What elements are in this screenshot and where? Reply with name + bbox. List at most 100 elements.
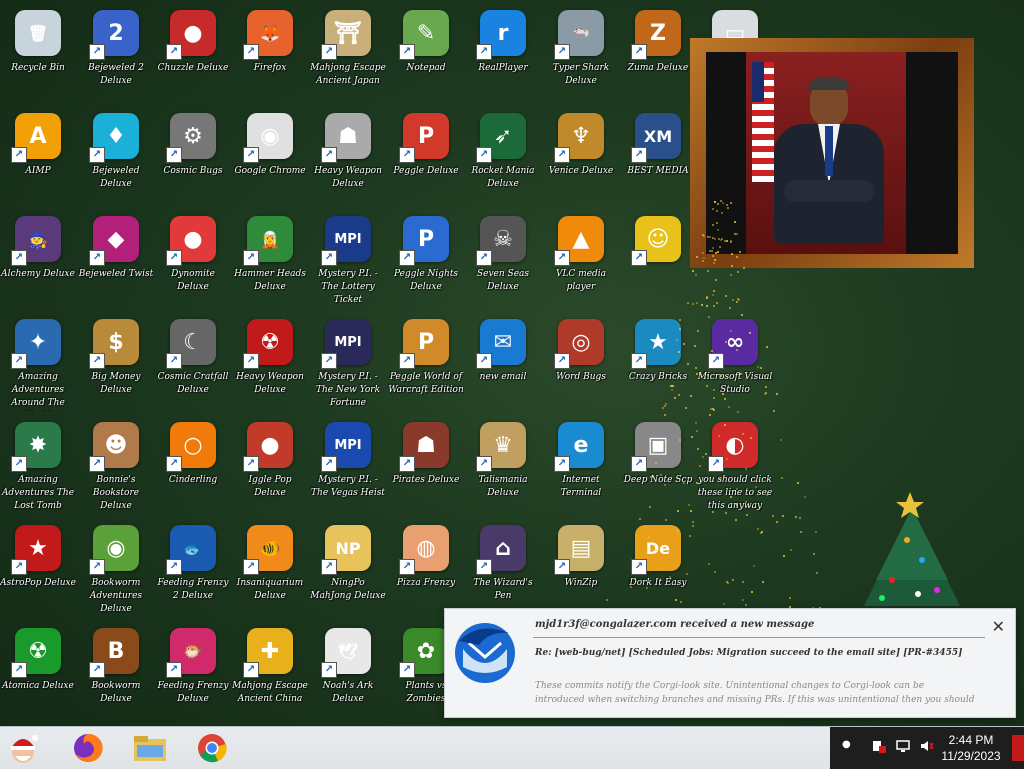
file-explorer-taskbar-button[interactable]: [128, 729, 172, 767]
crescent-icon: ☾ ↗: [166, 319, 216, 369]
shortcut-arrow-icon: ↗: [631, 147, 647, 163]
shortcut-arrow-icon: ↗: [554, 559, 570, 575]
display-icon[interactable]: [896, 739, 910, 753]
desktop-icon-mystery-pi[interactable]: MPI ↗ Mystery P.I. - The Lottery Ticket: [310, 210, 386, 310]
desktop-icon-venice[interactable]: ♆ ↗ Venice Deluxe: [543, 107, 619, 207]
desktop-icon-label: VLC media player: [555, 269, 607, 292]
desktop-icon-recycle-bin[interactable]: 🗑 Recycle Bin: [0, 4, 76, 104]
desktop-icon-bookworm[interactable]: B ↗ Bookworm Deluxe: [78, 622, 154, 722]
desktop-icon-label: Mystery P.I. - The Lottery Ticket: [318, 269, 378, 305]
shortcut-arrow-icon: ↗: [89, 147, 105, 163]
desktop-icon-peggle-wow[interactable]: P ↗ Peggle World of Warcraft Edition: [388, 313, 464, 413]
photo-frame[interactable]: [690, 38, 974, 268]
desktop-icon-dove[interactable]: 🕊 ↗ Noah's Ark Deluxe: [310, 622, 386, 722]
desktop-icon-de[interactable]: De ↗ Dork It Easy: [620, 519, 696, 619]
firefox-taskbar-button[interactable]: [66, 729, 110, 767]
desktop-icon-peggle[interactable]: P ↗ Peggle Deluxe: [388, 107, 464, 207]
desktop-icon-alchemy[interactable]: 🧙 ↗ Alchemy Deluxe: [0, 210, 76, 310]
desktop-icon-ningpo[interactable]: NP ↗ NingPo MahJong Deluxe: [310, 519, 386, 619]
desktop-icon-mahjong-china[interactable]: ✚ ↗ Mahjong Escape Ancient China: [232, 622, 308, 722]
goldfish-icon: 🐠 ↗: [243, 525, 293, 575]
desktop-icon-stack[interactable]: ▣ ↗ Deep Note Scp: [620, 416, 696, 516]
desktop-icon-crescent[interactable]: ☾ ↗ Cosmic Cratfall Deluxe: [155, 313, 231, 413]
desktop-icon-aimp[interactable]: A ↗ AIMP: [0, 107, 76, 207]
email-notification[interactable]: mjd1r3f@congalazer.com received a new me…: [444, 608, 1016, 718]
desktop-icon-wizard-house[interactable]: ⌂ ↗ The Wizard's Pen: [465, 519, 541, 619]
desktop-icon-rocket-mania[interactable]: ➶ ↗ Rocket Mania Deluxe: [465, 107, 541, 207]
desktop-icon-typer-shark[interactable]: 🦈 ↗ Typer Shark Deluxe: [543, 4, 619, 104]
desktop-icon-bejeweled-2[interactable]: 2 ↗ Bejeweled 2 Deluxe: [78, 4, 154, 104]
desktop-icon-vlc[interactable]: ▲ ↗ VLC media player: [543, 210, 619, 310]
lost-tomb-icon: ✸ ↗: [11, 422, 61, 472]
desktop-icon-visual-studio[interactable]: ∞ ↗ Microsoft Visual Studio: [697, 313, 773, 413]
desktop-icon-heavy-weapon[interactable]: ☗ ↗ Heavy Weapon Deluxe: [310, 107, 386, 207]
desktop-icon-cosmic-bugs[interactable]: ⚙ ↗ Cosmic Bugs: [155, 107, 231, 207]
shortcut-arrow-icon: ↗: [321, 147, 337, 163]
desktop-icon-dynomite[interactable]: ● ↗ Dynomite Deluxe: [155, 210, 231, 310]
desktop-icon-lost-tomb[interactable]: ✸ ↗ Amazing Adventures The Lost Tomb: [0, 416, 76, 516]
aimp-icon: A ↗: [11, 113, 61, 163]
desktop-icon-notepad[interactable]: ✎ ↗ Notepad: [388, 4, 464, 104]
desktop-icon-seven-seas[interactable]: ☠ ↗ Seven Seas Deluxe: [465, 210, 541, 310]
desktop-icon-realplayer[interactable]: r ↗ RealPlayer: [465, 4, 541, 104]
desktop-icon-bookworm-adv[interactable]: ◉ ↗ Bookworm Adventures Deluxe: [78, 519, 154, 619]
desktop-icon-radiation[interactable]: ☢ ↗ Heavy Weapon Deluxe: [232, 313, 308, 413]
desktop-icon-label: Cosmic Cratfall Deluxe: [157, 372, 229, 395]
start-button[interactable]: [2, 729, 44, 767]
close-icon[interactable]: ✕: [992, 617, 1005, 636]
volume-muted-icon[interactable]: [920, 739, 934, 753]
desktop-icon-smiley[interactable]: ☺ ↗: [620, 210, 696, 310]
desktop-icon-xm-play[interactable]: XM ↗ BEST MEDIA: [620, 107, 696, 207]
desktop-icon-porthole[interactable]: ◎ ↗ Word Bugs: [543, 313, 619, 413]
desktop-icon-big-money[interactable]: $ ↗ Big Money Deluxe: [78, 313, 154, 413]
desktop-icon-winzip[interactable]: ▤ ↗ WinZip: [543, 519, 619, 619]
star-tile-icon: ★ ↗: [631, 319, 681, 369]
chrome-taskbar-button[interactable]: [190, 729, 234, 767]
desktop-icon-atomica[interactable]: ☢ ↗ Atomica Deluxe: [0, 622, 76, 722]
desktop-icon-goldfish[interactable]: 🐠 ↗ Insaniquarium Deluxe: [232, 519, 308, 619]
desktop-icon-feeding-frenzy-2[interactable]: 🐟 ↗ Feeding Frenzy 2 Deluxe: [155, 519, 231, 619]
shortcut-arrow-icon: ↗: [631, 250, 647, 266]
desktop-icon-label: Heavy Weapon Deluxe: [314, 166, 382, 189]
mahjong-china-icon: ✚ ↗: [243, 628, 293, 678]
desktop-icon-chuzzle[interactable]: ● ↗ Chuzzle Deluxe: [155, 4, 231, 104]
desktop-icon-star-tile[interactable]: ★ ↗ Crazy Bricks: [620, 313, 696, 413]
desktop-icon-astropop[interactable]: ★ ↗ AstroPop Deluxe: [0, 519, 76, 619]
rocket-mania-icon: ➶ ↗: [476, 113, 526, 163]
desktop-icon-mystery-pi-ny[interactable]: MPI ↗ Mystery P.I. - The New York Fortune: [310, 313, 386, 413]
desktop-icon-pirate[interactable]: ☗ ↗ Pirates Deluxe: [388, 416, 464, 516]
shortcut-arrow-icon: ↗: [321, 559, 337, 575]
show-hidden-icons-icon[interactable]: ●: [842, 739, 856, 753]
desktop-icon-label: Typer Shark Deluxe: [552, 63, 610, 86]
desktop-icon-bejeweled[interactable]: ♦ ↗ Bejeweled Deluxe: [78, 107, 154, 207]
taskbar-clock[interactable]: 2:44 PM 11/29/2023: [936, 732, 1006, 764]
desktop-icon-peggle-nights[interactable]: P ↗ Peggle Nights Deluxe: [388, 210, 464, 310]
desktop-icon-label: Mystery P.I. - The New York Fortune: [315, 372, 381, 408]
desktop-icon-edge[interactable]: e ↗ Internet Terminal: [543, 416, 619, 516]
shortcut-arrow-icon: ↗: [321, 456, 337, 472]
shortcut-arrow-icon: ↗: [399, 353, 415, 369]
desktop-icon-firefox[interactable]: 🦊 ↗ Firefox: [232, 4, 308, 104]
desktop-icon-bejeweled-twist[interactable]: ◆ ↗ Bejeweled Twist: [78, 210, 154, 310]
notification-center-icon[interactable]: [1012, 735, 1024, 761]
desktop-icon-mahjong-escape[interactable]: ⛩ ↗ Mahjong Escape Ancient Japan: [310, 4, 386, 104]
desktop-icon-zuma[interactable]: Z ↗ Zuma Deluxe: [620, 4, 696, 104]
desktop-icon-iggle-pop[interactable]: ● ↗ Iggle Pop Deluxe: [232, 416, 308, 516]
desktop-icon-bonnie[interactable]: ☻ ↗ Bonnie's Bookstore Deluxe: [78, 416, 154, 516]
desktop-icon-chrome[interactable]: ◉ ↗ Google Chrome: [232, 107, 308, 207]
desktop-icon-mystery-pi-vegas[interactable]: MPI ↗ Mystery P.I. - The Vegas Heist: [310, 416, 386, 516]
shortcut-arrow-icon: ↗: [476, 559, 492, 575]
notification-subject: Re: [web-bug/net] [Scheduled Jobs: Migra…: [535, 648, 963, 658]
desktop-icon-thunderbird[interactable]: ✉ ↗ new email: [465, 313, 541, 413]
desktop-icon-red-dragon[interactable]: ◐ ↗ you should click these line to see thi…: [697, 416, 773, 516]
desktop-icon-amazing-adventures[interactable]: ✦↗Amazing Adventures Around The World: [0, 313, 76, 413]
shortcut-arrow-icon: ↗: [166, 456, 182, 472]
desktop-icon-feeding-frenzy[interactable]: 🐡 ↗ Feeding Frenzy Deluxe: [155, 622, 231, 722]
desktop-icon-pizza[interactable]: ◍ ↗ Pizza Frenzy: [388, 519, 464, 619]
shortcut-arrow-icon: ↗: [631, 559, 647, 575]
desktop-icon-ring[interactable]: ○ ↗ Cinderling: [155, 416, 231, 516]
desktop-icon-label: Mahjong Escape Ancient China: [232, 681, 308, 704]
network-error-icon[interactable]: [872, 739, 886, 753]
desktop-icon-talismania[interactable]: ♛ ↗ Talismania Deluxe: [465, 416, 541, 516]
desktop-icon-hammer-heads[interactable]: 🧝 ↗ Hammer Heads Deluxe: [232, 210, 308, 310]
